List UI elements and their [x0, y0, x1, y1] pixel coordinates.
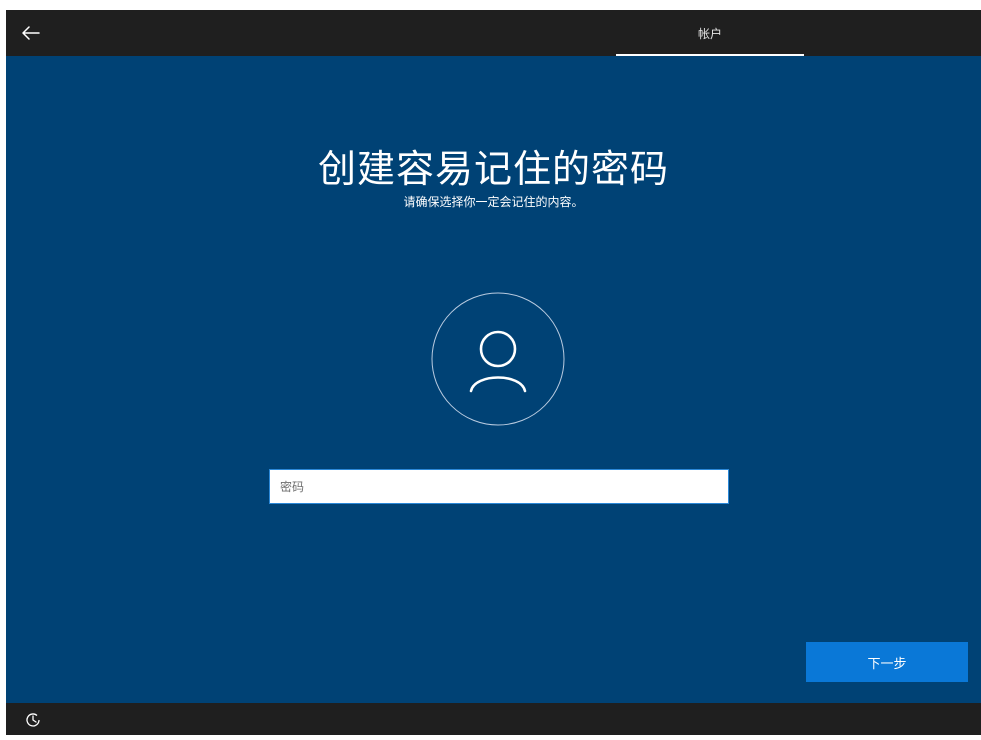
page-title: 创建容易记住的密码: [317, 147, 669, 191]
back-button[interactable]: [16, 18, 46, 48]
bottom-bar: [6, 703, 981, 735]
accessibility-button[interactable]: [24, 711, 42, 729]
setup-window: 帐户 创建容易记住的密码 请确保选择你一定会记住的内容。 下一步: [6, 10, 981, 735]
top-bar: 帐户: [6, 10, 981, 56]
accessibility-icon: [26, 713, 40, 727]
main-panel: 创建容易记住的密码 请确保选择你一定会记住的内容。 下一步: [6, 56, 981, 703]
next-button[interactable]: 下一步: [806, 642, 968, 682]
user-icon: [431, 292, 565, 426]
tab-account-label: 帐户: [697, 26, 722, 41]
arrow-left-icon: [22, 26, 40, 40]
page-subtitle: 请确保选择你一定会记住的内容。: [403, 195, 584, 209]
avatar: [431, 292, 565, 426]
tab-account: 帐户: [616, 10, 804, 56]
password-input[interactable]: [269, 469, 729, 504]
